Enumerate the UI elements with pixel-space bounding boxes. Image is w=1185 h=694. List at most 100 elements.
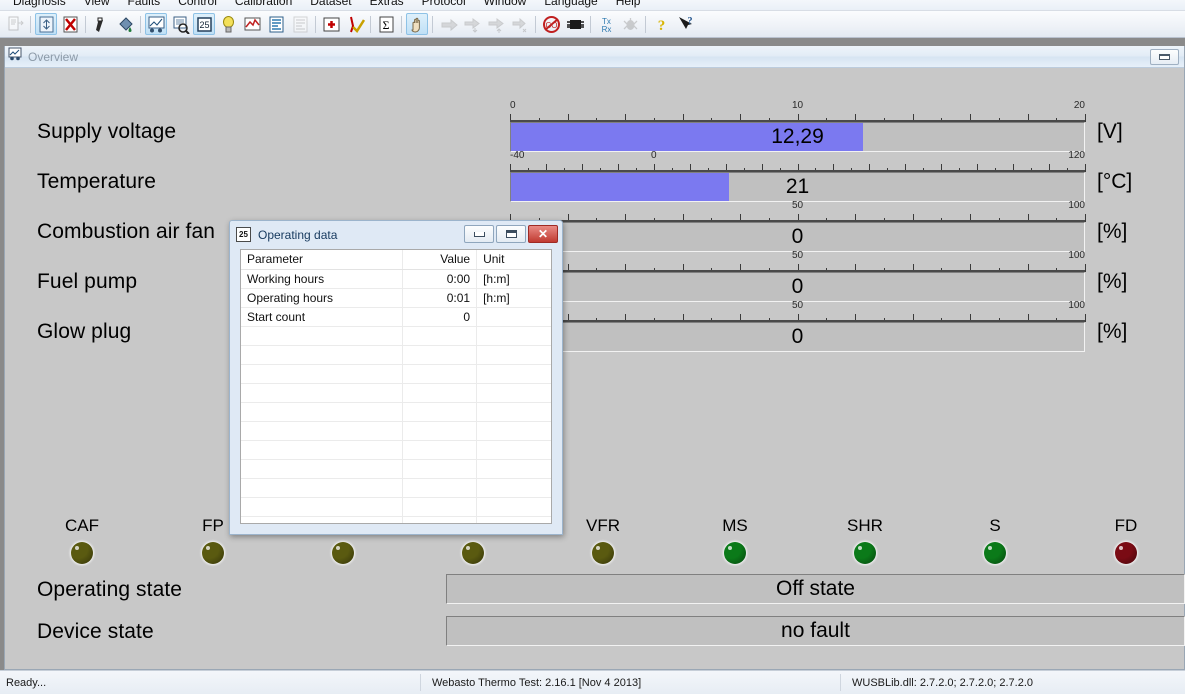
led-label: FD — [1086, 516, 1166, 536]
toolbar-separator — [312, 14, 319, 34]
menu-item-faults[interactable]: Faults — [119, 0, 170, 8]
dialog-maximize-button[interactable] — [496, 225, 526, 243]
check-fault-button[interactable] — [344, 13, 366, 35]
connect-device-button[interactable] — [35, 13, 57, 35]
maximize-icon — [506, 230, 517, 238]
operating-data-table: ParameterValueUnitWorking hours0:00[h:m]… — [241, 250, 551, 524]
operating-data-icon: 25 — [236, 227, 251, 242]
overview-title-bar[interactable]: Overview — [5, 46, 1184, 68]
led-group-s: S — [955, 516, 1035, 564]
parameter-list-icon — [267, 15, 286, 34]
status-led — [71, 542, 93, 564]
operating-data-dialog[interactable]: 25 Operating data ✕ ParameterValueUnitWo… — [229, 220, 563, 535]
table-row-empty — [241, 364, 551, 383]
help-pointer-button[interactable]: ? — [674, 13, 696, 35]
document-export-button — [4, 13, 26, 35]
led-group-ms: MS — [695, 516, 775, 564]
led-label: SHR — [825, 516, 905, 536]
sum-sigma-button[interactable]: Σ — [375, 13, 397, 35]
menu-item-view[interactable]: View — [75, 0, 119, 8]
menu-item-protocol[interactable]: Protocol — [413, 0, 475, 8]
menu-item-control[interactable]: Control — [169, 0, 226, 8]
table-row-empty — [241, 459, 551, 478]
scale-ticks — [510, 161, 1085, 172]
bug-button — [619, 13, 641, 35]
bulb-test-button[interactable] — [217, 13, 239, 35]
gauge-0: 0102012,29 — [510, 101, 1085, 152]
measurement-chart-icon — [147, 15, 166, 34]
scale-tick-label: 50 — [792, 251, 803, 261]
arrow-right-up-icon — [487, 15, 506, 34]
table-row[interactable]: Working hours0:00[h:m] — [241, 269, 551, 288]
dialog-minimize-button[interactable] — [464, 225, 494, 243]
cell-unit: [h:m] — [477, 269, 551, 288]
arrow-right-down-icon — [463, 15, 482, 34]
column-header[interactable]: Value — [402, 250, 476, 269]
svg-text:25: 25 — [199, 20, 209, 30]
gauge-track-1: 21 — [510, 172, 1085, 202]
gauge-track-2: 0 — [510, 222, 1085, 252]
arrow-multi-button — [509, 13, 531, 35]
toolbar-separator — [367, 14, 374, 34]
gauge-track-0: 12,29 — [510, 122, 1085, 152]
gauge-label-3: Fuel pump — [37, 270, 137, 294]
dialog-close-button[interactable]: ✕ — [528, 225, 558, 243]
chip-button[interactable] — [564, 13, 586, 35]
scale-tick-label: 100 — [1068, 201, 1085, 211]
gauge-unit-3: [%] — [1097, 270, 1127, 294]
parameter-list-button[interactable] — [265, 13, 287, 35]
report-list-button — [289, 13, 311, 35]
cell-parameter: Working hours — [241, 269, 402, 288]
menu-item-window[interactable]: Window — [475, 0, 536, 8]
scale-tick-label: 0 — [510, 101, 516, 111]
scale-tick-label: 100 — [1068, 251, 1085, 261]
hand-stop-button[interactable] — [406, 13, 428, 35]
inspect-values-button[interactable] — [169, 13, 191, 35]
status-led — [984, 542, 1006, 564]
scale-tick-label: 50 — [792, 301, 803, 311]
help-question-button[interactable]: ? — [650, 13, 672, 35]
gauge-value-3: 0 — [511, 273, 1084, 301]
table-row[interactable]: Operating hours0:01[h:m] — [241, 288, 551, 307]
add-fault-button[interactable] — [320, 13, 342, 35]
document-export-icon — [6, 15, 25, 34]
menu-item-extras[interactable]: Extras — [361, 0, 413, 8]
operating-data-button[interactable]: 25 — [193, 13, 215, 35]
gauge-1: -40012021 — [510, 151, 1085, 202]
dialog-title-bar[interactable]: 25 Operating data ✕ — [232, 223, 560, 246]
gauge-scale-4: 50100 — [510, 301, 1085, 322]
minimize-icon — [474, 232, 485, 237]
trend-graph-button[interactable] — [241, 13, 263, 35]
co2-button[interactable]: CO — [540, 13, 562, 35]
menu-bar: DiagnosisViewFaultsControlCalibrationDat… — [0, 0, 1185, 11]
gauge-value-2: 0 — [511, 223, 1084, 251]
column-header[interactable]: Parameter — [241, 250, 402, 269]
cell-value: 0 — [402, 307, 476, 326]
add-fault-icon — [322, 15, 341, 34]
menu-item-language[interactable]: Language — [535, 0, 606, 8]
hand-stop-icon — [408, 15, 427, 34]
menu-item-calibration[interactable]: Calibration — [226, 0, 301, 8]
disconnect-device-button[interactable] — [59, 13, 81, 35]
gauge-4: 501000 — [510, 301, 1085, 352]
gauge-track-3: 0 — [510, 272, 1085, 302]
measurement-chart-button[interactable] — [145, 13, 167, 35]
menu-item-diagnosis[interactable]: Diagnosis — [4, 0, 75, 8]
led-group-shr: SHR — [825, 516, 905, 564]
menu-item-help[interactable]: Help — [607, 0, 650, 8]
help-question-icon: ? — [652, 15, 671, 34]
cell-parameter: Start count — [241, 307, 402, 326]
gauge-unit-4: [%] — [1097, 320, 1127, 344]
table-row[interactable]: Start count0 — [241, 307, 551, 326]
overview-canvas: Supply voltage0102012,29[V]Temperature-4… — [5, 68, 1184, 669]
fill-paint-button[interactable] — [114, 13, 136, 35]
svg-text:?: ? — [657, 18, 665, 34]
overview-restore-button[interactable] — [1150, 49, 1179, 65]
menu-item-dataset[interactable]: Dataset — [301, 0, 360, 8]
led-group-fd: FD — [1086, 516, 1166, 564]
tx-rx-button[interactable]: TxRx — [595, 13, 617, 35]
state-label-1: Device state — [37, 620, 154, 644]
device-probe-button[interactable] — [90, 13, 112, 35]
column-header[interactable]: Unit — [477, 250, 551, 269]
svg-text:Rx: Rx — [601, 25, 611, 34]
